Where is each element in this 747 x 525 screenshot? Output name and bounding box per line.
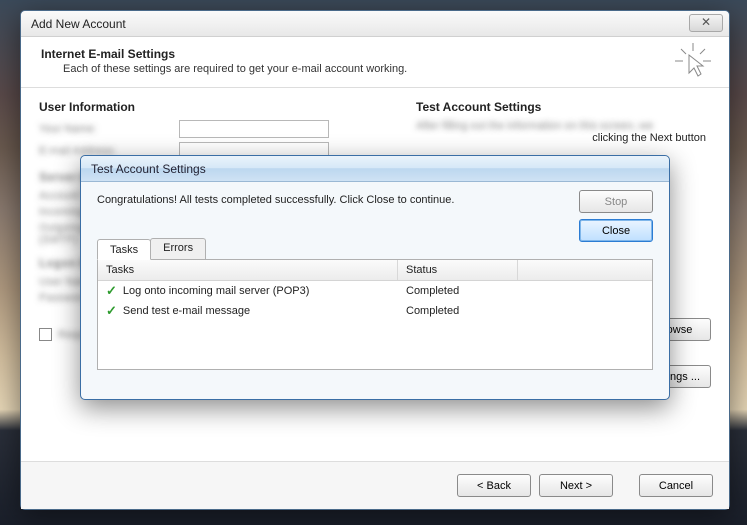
spa-checkbox[interactable] <box>39 328 52 341</box>
tasks-panel: Tasks Status ✓ Log onto incoming mail ser… <box>97 259 653 370</box>
user-info-heading: User Information <box>39 100 379 114</box>
task-name: Log onto incoming mail server (POP3) <box>123 285 309 297</box>
right-column: Test Account Settings After filling out … <box>416 100 706 144</box>
wizard-titlebar: Add New Account ✕ <box>21 11 729 37</box>
cursor-icon <box>675 43 711 79</box>
wizard-close-button[interactable]: ✕ <box>689 14 723 32</box>
checkmark-icon: ✓ <box>106 283 117 299</box>
tasks-table-body: ✓ Log onto incoming mail server (POP3) Co… <box>98 281 652 369</box>
col-blank <box>518 260 652 280</box>
dialog-message: Congratulations! All tests completed suc… <box>97 194 477 206</box>
task-status: Completed <box>406 305 526 317</box>
your-name-label: Your Name: <box>39 123 179 135</box>
wizard-header-subtitle: Each of these settings are required to g… <box>63 63 709 75</box>
task-status: Completed <box>406 285 526 297</box>
dialog-titlebar: Test Account Settings <box>81 156 669 182</box>
wizard-footer: < Back Next > Cancel <box>21 461 729 509</box>
test-settings-blurb: After filling out the information on thi… <box>416 120 706 132</box>
stop-button[interactable]: Stop <box>579 190 653 213</box>
test-settings-blurb2: clicking the Next button <box>416 132 706 144</box>
tab-tasks[interactable]: Tasks <box>97 239 151 260</box>
col-status: Status <box>398 260 518 280</box>
task-name: Send test e-mail message <box>123 305 250 317</box>
tabstrip: Tasks Errors Tasks Status ✓ Log onto inco… <box>97 238 653 370</box>
cancel-button[interactable]: Cancel <box>639 474 713 497</box>
test-settings-heading: Test Account Settings <box>416 100 706 114</box>
dialog-body: Congratulations! All tests completed suc… <box>81 182 669 399</box>
wizard-title-text: Add New Account <box>31 17 126 31</box>
next-button[interactable]: Next > <box>539 474 613 497</box>
checkmark-icon: ✓ <box>106 303 117 319</box>
table-row: ✓ Log onto incoming mail server (POP3) Co… <box>98 281 652 301</box>
wizard-header: Internet E-mail Settings Each of these s… <box>21 37 729 88</box>
dialog-title-text: Test Account Settings <box>91 162 206 176</box>
your-name-input[interactable] <box>179 120 329 138</box>
test-account-dialog: Test Account Settings Congratulations! A… <box>80 155 670 400</box>
tab-errors[interactable]: Errors <box>150 238 206 259</box>
back-button[interactable]: < Back <box>457 474 531 497</box>
tasks-table-header: Tasks Status <box>98 260 652 281</box>
table-row: ✓ Send test e-mail message Completed <box>98 301 652 321</box>
col-tasks: Tasks <box>98 260 398 280</box>
wizard-header-title: Internet E-mail Settings <box>41 47 709 61</box>
